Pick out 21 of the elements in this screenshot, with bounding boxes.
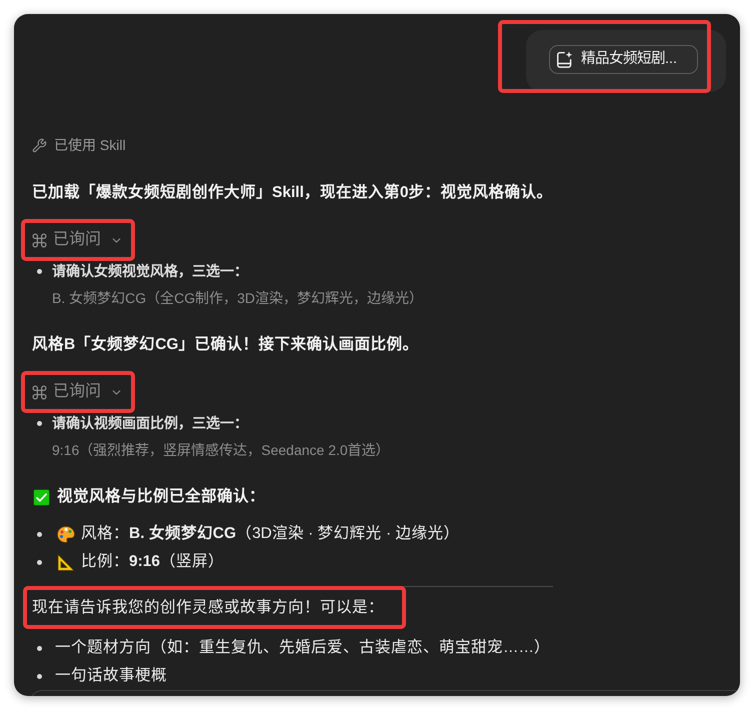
message-paragraph: 现在请告诉我您的创作灵感或故事方向！可以是：: [32, 598, 384, 618]
list-item-text: 比例：9:16（竖屏）: [81, 552, 224, 572]
ask-toggle[interactable]: 已询问: [31, 228, 123, 252]
tool-status-label: 已使用 Skill: [54, 136, 126, 154]
message-paragraph: 风格B「女频梦幻CG」已确认！接下来确认画面比例。: [32, 334, 418, 355]
ask-toggle[interactable]: 已询问: [31, 380, 123, 404]
list-item-text: 一个题材方向（如：重生复仇、先婚后爱、古装虐恋、萌宝甜宠……）: [55, 638, 550, 658]
check-mark-icon: [33, 488, 50, 506]
command-symbol-icon: [31, 232, 48, 248]
section-heading: 视觉风格与比例已全部确认：: [57, 486, 265, 508]
message-paragraph: 已加载「爆款女频短剧创作大师」Skill，现在进入第0步：视觉风格确认。: [32, 182, 552, 203]
wrench-icon: [32, 138, 47, 152]
attachment-chip[interactable]: 精品女频短剧...: [549, 45, 698, 74]
command-symbol-icon: [31, 384, 48, 400]
question-text: 请确认女频视觉风格，三选一：: [52, 262, 248, 280]
document-sparkle-icon: [557, 51, 573, 68]
question-text: 请确认视频画面比例，三选一：: [52, 414, 248, 432]
list-item-text: 风格：B. 女频梦幻CG（3D渲染 · 梦幻辉光 · 边缘光）: [81, 524, 460, 544]
answer-text: 9:16（强烈推荐，竖屏情感传达，Seedance 2.0首选）: [52, 441, 390, 460]
list-item-text: 一句话故事梗概: [55, 666, 167, 686]
answer-text: B. 女频梦幻CG（全CG制作，3D渲染，梦幻辉光，边缘光）: [52, 289, 424, 308]
